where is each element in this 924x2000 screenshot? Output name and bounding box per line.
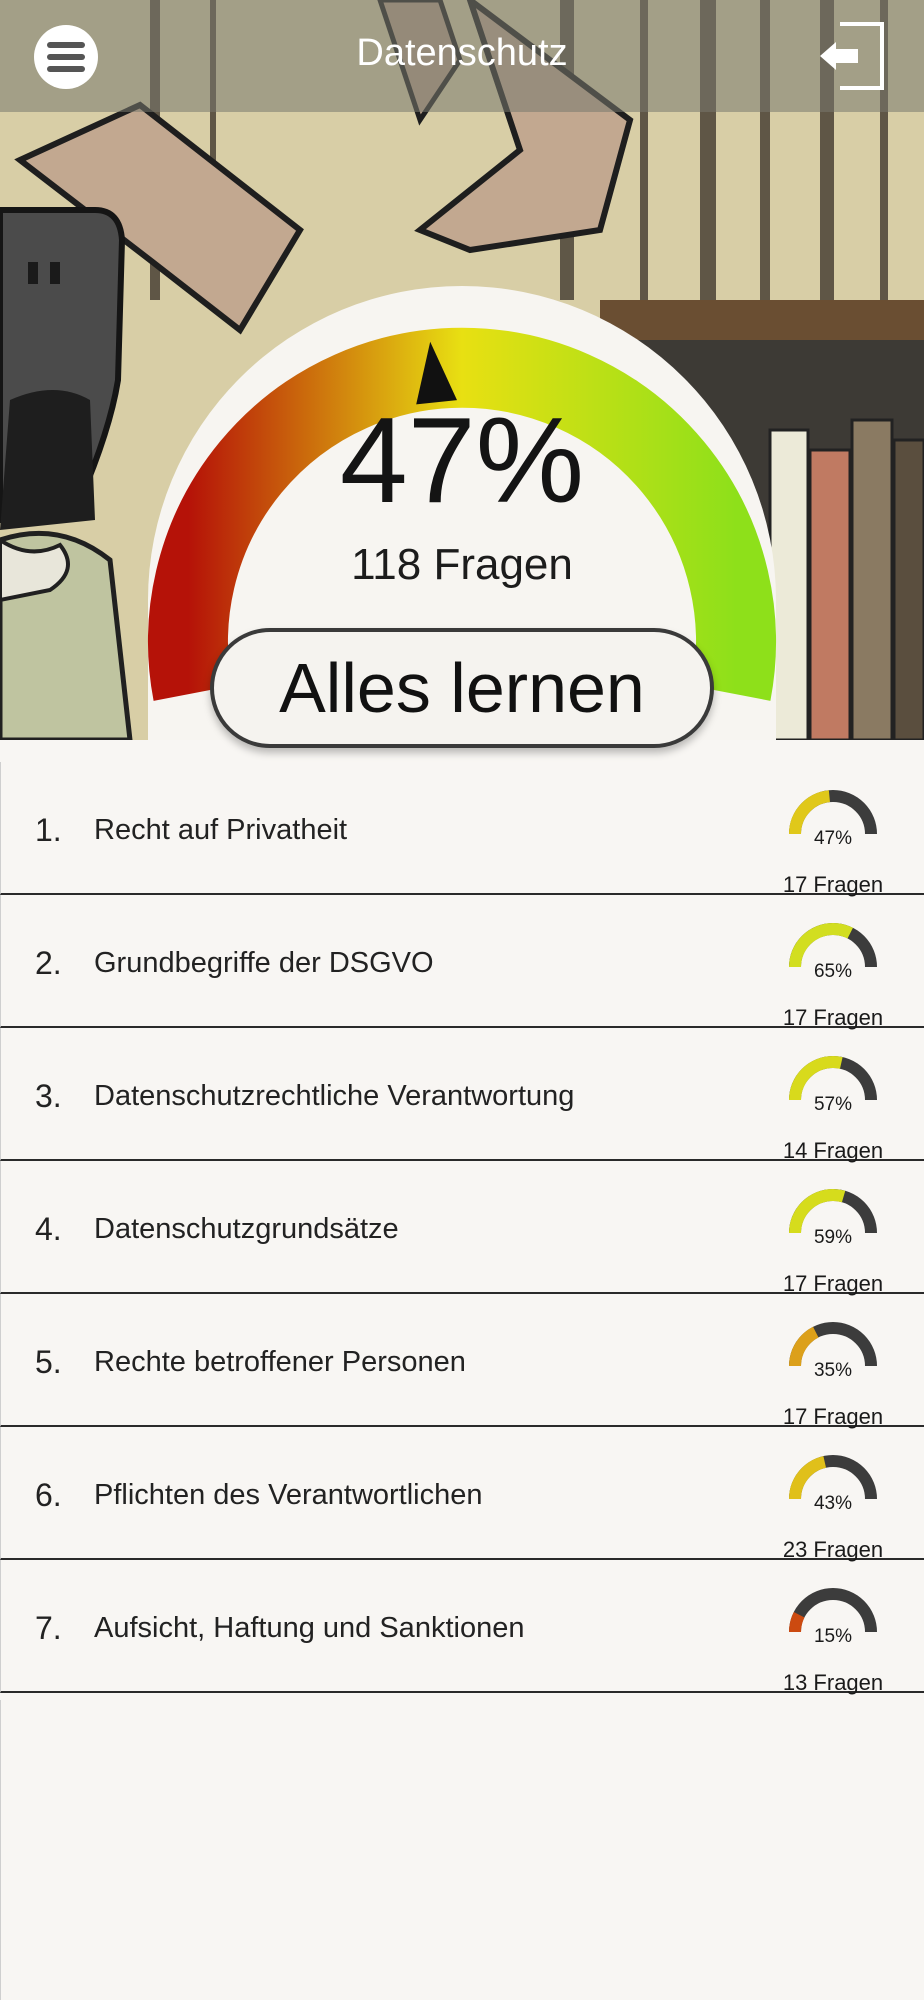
topic-progress: 43% 23 Fragen [761,1447,905,1562]
topic-row[interactable]: 5. Rechte betroffener Personen 35% 17 Frage… [0,1294,924,1429]
topic-percent: 57% [813,1094,853,1115]
topic-row[interactable]: 1. Recht auf Privatheit 47% 17 Fragen [0,762,924,897]
total-percent: 47% [339,392,585,528]
topic-percent: 15% [813,1626,853,1647]
topic-progress: 65% 17 Fragen [761,915,905,1030]
topic-number: 6. [35,1477,62,1513]
topic-progress: 59% 17 Fragen [761,1181,905,1296]
topic-percent: 43% [813,1493,853,1514]
topic-percent: 47% [813,828,853,849]
topic-number: 3. [35,1078,62,1114]
topic-row[interactable]: 2. Grundbegriffe der DSGVO 65% 17 Fragen [0,895,924,1030]
topic-row[interactable]: 4. Datenschutzgrundsätze 59% 17 Fragen [0,1161,924,1296]
topic-number: 4. [35,1211,62,1247]
topic-label: Datenschutzgrundsätze [94,1213,399,1245]
topic-number: 7. [35,1610,62,1646]
topic-percent: 59% [813,1227,853,1248]
learn-all-button[interactable]: Alles lernen [210,628,714,748]
topic-row[interactable]: 7. Aufsicht, Haftung und Sanktionen 15% 13 … [0,1560,924,1695]
topic-number: 2. [35,945,62,981]
topic-percent: 35% [813,1360,853,1381]
topic-label: Rechte betroffener Personen [94,1346,466,1378]
empty-area [0,1700,924,2000]
total-question-count: 118 Fragen [351,540,573,589]
topic-progress: 47% 17 Fragen [761,782,905,897]
topic-label: Recht auf Privatheit [94,814,348,846]
topic-list: 1. Recht auf Privatheit 47% 17 Fragen 2. Grun… [0,762,924,1695]
topic-label: Pflichten des Verantwortlichen [94,1479,483,1511]
topic-progress: 57% 14 Fragen [761,1048,905,1163]
topic-number: 1. [35,812,62,848]
topic-row[interactable]: 6. Pflichten des Verantwortlichen 43% 23 Fr… [0,1427,924,1562]
topic-label: Aufsicht, Haftung und Sanktionen [94,1612,525,1644]
topic-number: 5. [35,1344,62,1380]
topic-question-count: 13 Fragen [782,1670,884,1695]
topic-progress: 35% 17 Fragen [761,1314,905,1429]
topic-percent: 65% [813,961,853,982]
topic-label: Grundbegriffe der DSGVO [94,947,434,979]
topic-row[interactable]: 3. Datenschutzrechtliche Verantwortung 57%… [0,1028,924,1163]
topic-progress: 15% 13 Fragen [761,1580,905,1695]
topic-label: Datenschutzrechtliche Verantwortung [94,1080,575,1112]
